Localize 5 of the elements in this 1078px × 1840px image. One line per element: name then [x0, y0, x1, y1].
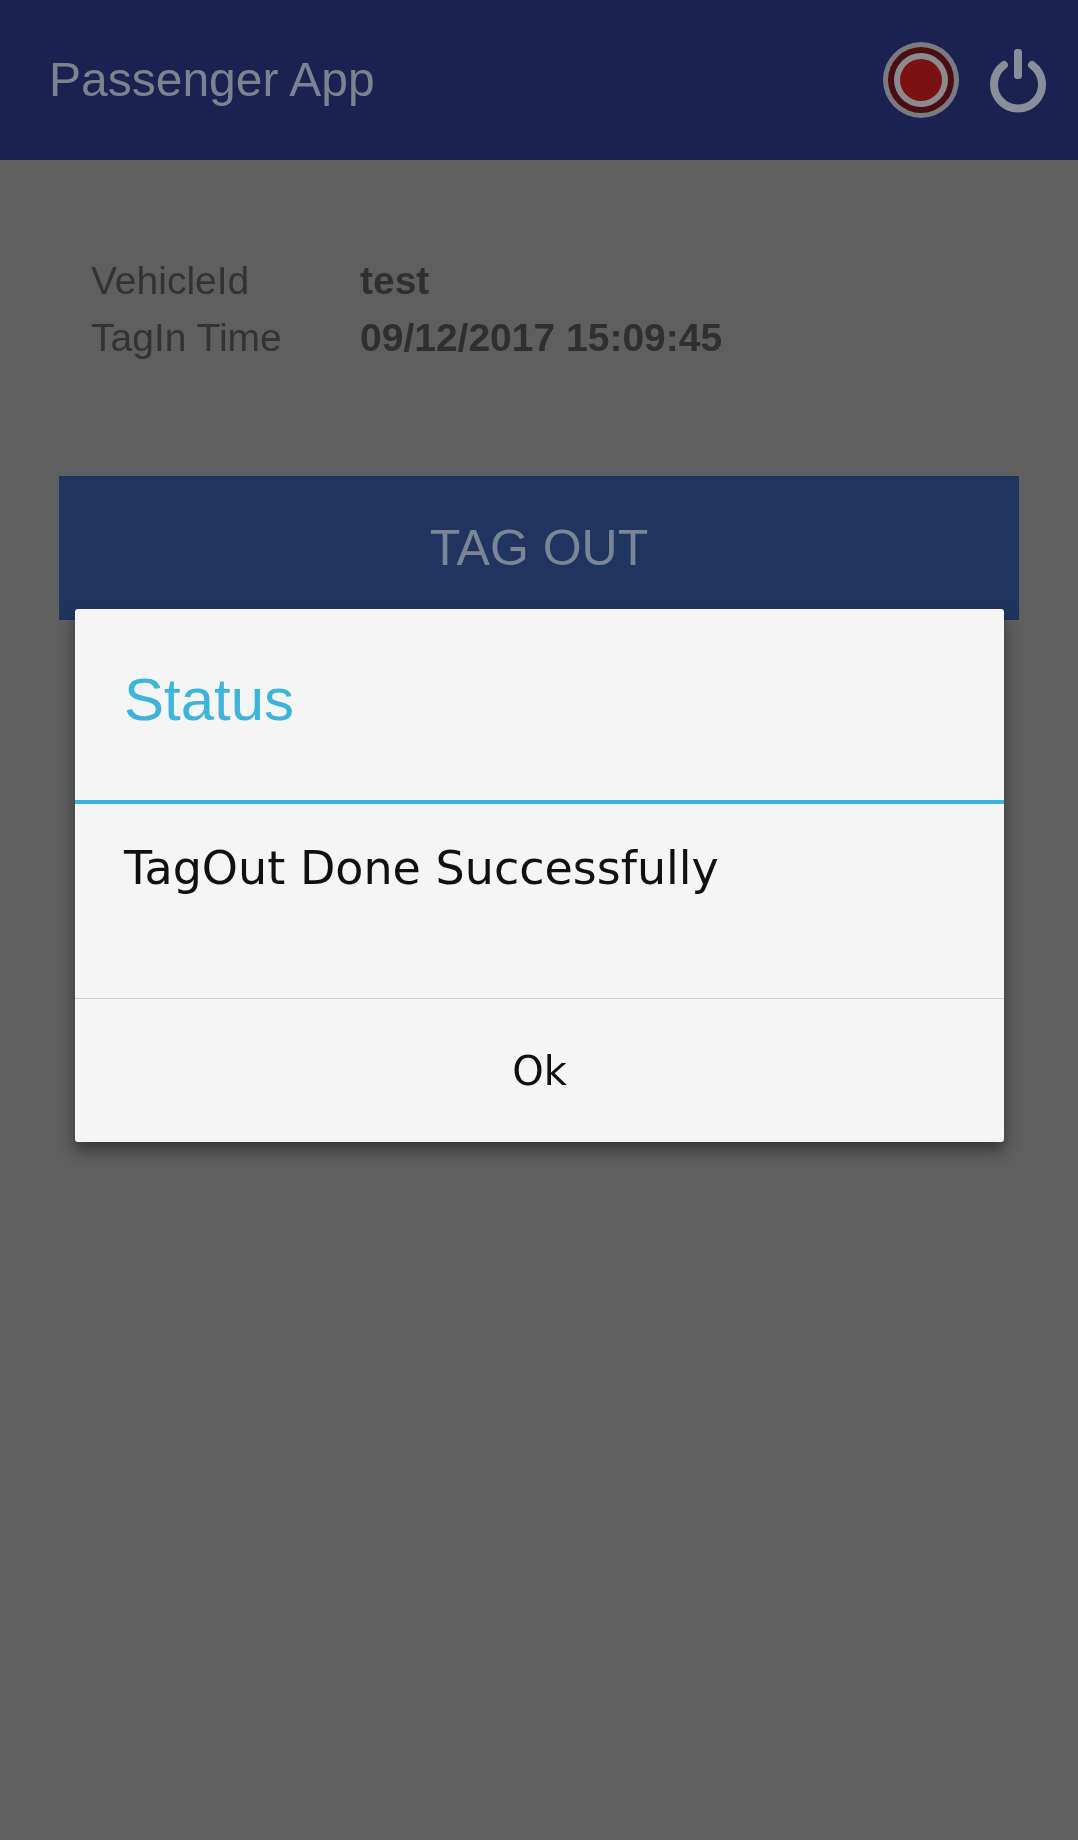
- record-button[interactable]: [880, 39, 962, 121]
- ok-button[interactable]: Ok: [75, 999, 1004, 1142]
- dialog-title: Status: [75, 609, 1004, 804]
- dialog-message: TagOut Done Successfully: [75, 804, 1004, 999]
- app-title: Passenger App: [49, 52, 376, 108]
